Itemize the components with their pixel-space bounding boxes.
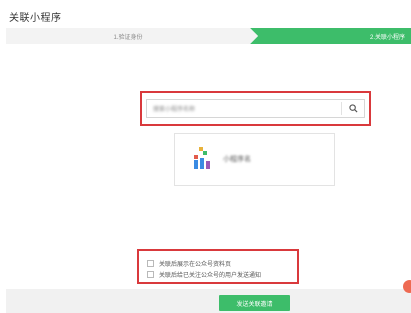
page: 关联小程序 1.验证身份 2.关联小程序 搜索小程序名称 小程序名 关联后展示在 bbox=[0, 0, 411, 313]
step-indicator: 1.验证身份 2.关联小程序 bbox=[6, 28, 411, 44]
option-label: 关联后展示在公众号资料页 bbox=[159, 262, 232, 268]
search-input[interactable]: 搜索小程序名称 bbox=[147, 104, 341, 113]
step-verify-identity: 1.验证身份 bbox=[6, 28, 250, 44]
checkbox[interactable] bbox=[147, 260, 154, 267]
miniprogram-logo bbox=[194, 147, 210, 169]
search-button[interactable] bbox=[342, 100, 364, 117]
option-label: 关联后给已关注公众号的用户发送通知 bbox=[159, 273, 262, 279]
option-show-on-profile[interactable]: 关联后展示在公众号资料页 bbox=[147, 259, 231, 268]
miniprogram-name: 小程序名 bbox=[223, 156, 251, 163]
search-field[interactable]: 搜索小程序名称 bbox=[146, 99, 365, 118]
option-notify-followers[interactable]: 关联后给已关注公众号的用户发送通知 bbox=[147, 270, 261, 279]
checkbox[interactable] bbox=[147, 271, 154, 278]
send-invite-button[interactable]: 发送关联邀请 bbox=[219, 295, 290, 311]
floating-dot[interactable] bbox=[403, 280, 411, 293]
page-title: 关联小程序 bbox=[9, 13, 62, 24]
step-link-miniprogram: 2.关联小程序 bbox=[250, 28, 411, 44]
search-icon bbox=[348, 104, 358, 113]
search-result-card[interactable]: 小程序名 bbox=[174, 133, 335, 186]
step-arrow-divider bbox=[250, 28, 258, 44]
footer-bar bbox=[6, 289, 411, 313]
